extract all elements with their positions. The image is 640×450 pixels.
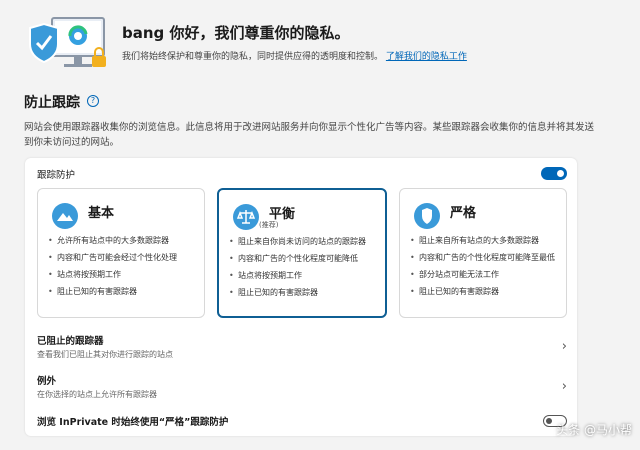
list-item: 阻止来自你尚未访问的站点的跟踪器 xyxy=(229,236,366,247)
inprivate-strict-title: 浏览 InPrivate 时始终使用“严格”跟踪防护 xyxy=(37,417,229,428)
list-item: 部分站点可能无法工作 xyxy=(410,269,555,280)
section-description: 网站会使用跟踪器收集你的浏览信息。此信息将用于改进网站服务并向你显示个性化广告等… xyxy=(24,122,595,148)
exceptions-desc: 在你选择的站点上允许所有跟踪器 xyxy=(37,390,157,399)
list-item: 阻止来自所有站点的大多数跟踪器 xyxy=(410,235,555,246)
exceptions-title: 例外 xyxy=(37,376,57,387)
list-item: 站点将按预期工作 xyxy=(229,270,366,281)
card-basic-title: 基本 xyxy=(88,206,115,221)
exceptions-row[interactable]: 例外 在你选择的站点上允许所有跟踪器 › xyxy=(37,373,567,403)
help-icon[interactable]: ? xyxy=(87,95,99,107)
inprivate-strict-row: 浏览 InPrivate 时始终使用“严格”跟踪防护 xyxy=(37,414,567,444)
mountain-icon xyxy=(52,203,78,229)
list-item: 站点将按预期工作 xyxy=(48,269,177,280)
card-strict[interactable]: 严格 阻止来自所有站点的大多数跟踪器 内容和广告的个性化程度可能降至最低 部分站… xyxy=(399,188,567,318)
blocked-trackers-row[interactable]: 已阻止的跟踪器 查看我们已阻止其对你进行跟踪的站点 › xyxy=(37,333,567,363)
toggle-knob xyxy=(557,170,564,177)
list-item: 内容和广告的个性化程度可能降低 xyxy=(229,253,366,264)
toggle-knob xyxy=(546,418,552,424)
blocked-trackers-desc: 查看我们已阻止其对你进行跟踪的站点 xyxy=(37,350,173,359)
privacy-hero: bang 你好，我们尊重你的隐私。 我们将始终保护和尊重你的隐私，同时提供应得的… xyxy=(24,12,624,82)
card-basic-list: 允许所有站点中的大多数跟踪器 内容和广告可能会经过个性化处理 站点将按预期工作 … xyxy=(48,235,177,303)
privacy-illustration xyxy=(29,17,106,67)
chevron-right-icon: › xyxy=(561,339,567,354)
tracking-prevention-label: 跟踪防护 xyxy=(37,170,76,181)
shield-icon xyxy=(414,203,440,229)
section-title: 防止跟踪 xyxy=(24,95,80,111)
privacy-link[interactable]: 了解我们的隐私工作 xyxy=(386,52,467,62)
hero-title: bang 你好，我们尊重你的隐私。 xyxy=(122,24,350,42)
tracking-prevention-panel: 跟踪防护 基本 允许所有站点中的大多数跟踪器 内容和广告可能会经过个性化处理 站… xyxy=(25,158,577,436)
chevron-right-icon: › xyxy=(561,379,567,394)
blocked-trackers-title: 已阻止的跟踪器 xyxy=(37,336,104,347)
card-basic[interactable]: 基本 允许所有站点中的大多数跟踪器 内容和广告可能会经过个性化处理 站点将按预期… xyxy=(37,188,205,318)
list-item: 阻止已知的有害跟踪器 xyxy=(48,286,177,297)
card-balanced-subtitle: (推荐) xyxy=(259,221,279,229)
list-item: 内容和广告可能会经过个性化处理 xyxy=(48,252,177,263)
list-item: 阻止已知的有害跟踪器 xyxy=(410,286,555,297)
card-balanced-list: 阻止来自你尚未访问的站点的跟踪器 内容和广告的个性化程度可能降低 站点将按预期工… xyxy=(229,236,366,304)
scale-icon xyxy=(233,204,259,230)
list-item: 内容和广告的个性化程度可能降至最低 xyxy=(410,252,555,263)
card-balanced[interactable]: 平衡 (推荐) 阻止来自你尚未访问的站点的跟踪器 内容和广告的个性化程度可能降低… xyxy=(217,188,387,318)
card-strict-title: 严格 xyxy=(450,206,477,221)
tracking-prevention-toggle[interactable] xyxy=(541,167,567,180)
list-item: 阻止已知的有害跟踪器 xyxy=(229,287,366,298)
watermark: 头条 @马小帮 xyxy=(556,423,632,437)
hero-description-text: 我们将始终保护和尊重你的隐私，同时提供应得的透明度和控制。 xyxy=(122,52,384,62)
hero-description: 我们将始终保护和尊重你的隐私，同时提供应得的透明度和控制。 了解我们的隐私工作 xyxy=(122,50,592,65)
card-strict-list: 阻止来自所有站点的大多数跟踪器 内容和广告的个性化程度可能降至最低 部分站点可能… xyxy=(410,235,555,303)
list-item: 允许所有站点中的大多数跟踪器 xyxy=(48,235,177,246)
